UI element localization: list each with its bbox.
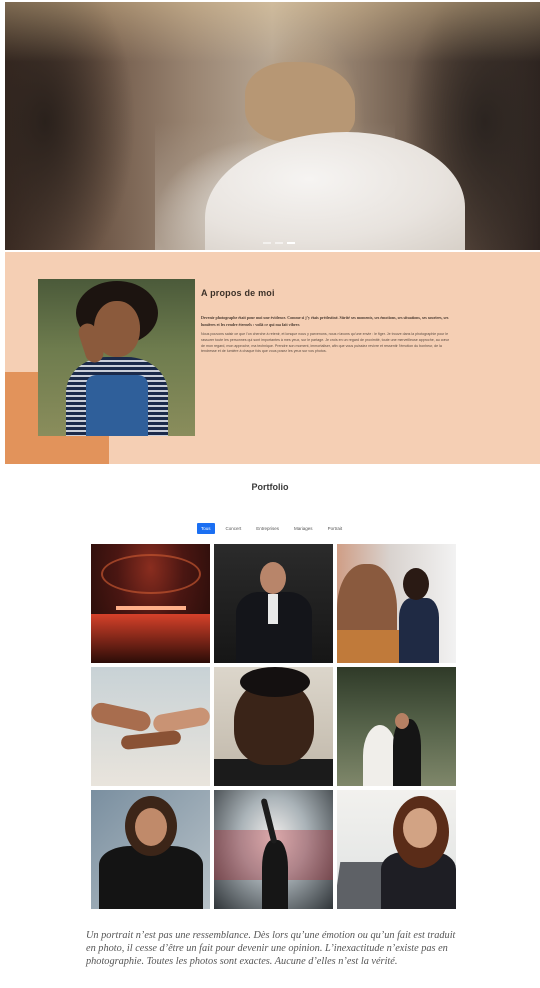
filter-portrait[interactable]: Portrait	[324, 523, 347, 534]
slider-indicators	[263, 242, 295, 244]
portfolio-item-businessman-portrait[interactable]	[214, 544, 333, 663]
filter-tous[interactable]: Tous	[197, 523, 215, 534]
hero-string-lights	[5, 2, 540, 62]
portfolio-item-woman-glasses-portrait[interactable]	[91, 790, 210, 909]
filter-concert[interactable]: Concert	[222, 523, 246, 534]
slider-dot[interactable]	[263, 242, 271, 244]
about-body-text: Nous pouvons saisir ce que l’on cherche …	[201, 332, 450, 354]
portfolio-item-wedding-couple[interactable]	[337, 667, 456, 786]
about-lead-text: Devenir photographe était pour moi une é…	[201, 315, 449, 327]
filter-mariages[interactable]: Mariages	[290, 523, 317, 534]
hero-slider[interactable]	[5, 2, 540, 250]
portfolio-item-office-meeting[interactable]	[337, 544, 456, 663]
portfolio-item-woman-laughing-laptop[interactable]	[337, 790, 456, 909]
portfolio-item-man-portrait[interactable]	[214, 667, 333, 786]
slider-dot[interactable]	[275, 242, 283, 244]
photography-quote: Un portrait n’est pas une ressemblance. …	[86, 930, 456, 968]
hero-groom	[245, 62, 355, 142]
portfolio-item-concert-stage[interactable]	[91, 544, 210, 663]
about-title: A propos de moi	[201, 288, 275, 298]
filter-entreprises[interactable]: Entreprises	[252, 523, 283, 534]
slider-dot-active[interactable]	[287, 242, 295, 244]
about-section: A propos de moi Devenir photographe étai…	[5, 252, 540, 464]
portfolio-grid	[91, 544, 456, 909]
portfolio-filter-bar: Tous Concert Entreprises Mariages Portra…	[197, 523, 346, 534]
portfolio-item-concert-crowd-smoke[interactable]	[214, 790, 333, 909]
about-portrait-photo	[38, 279, 195, 436]
portfolio-item-holding-hands[interactable]	[91, 667, 210, 786]
portfolio-title: Portfolio	[251, 482, 289, 492]
